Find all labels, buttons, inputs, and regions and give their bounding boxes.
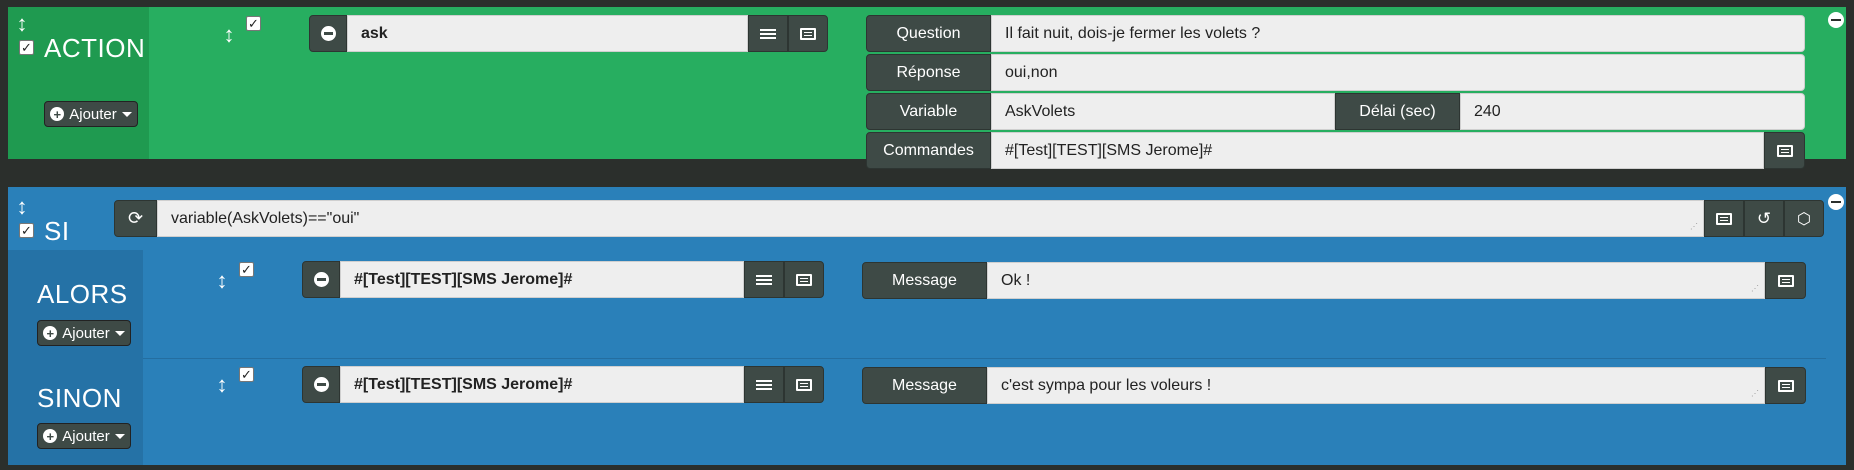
sinon-item-remove-button[interactable] xyxy=(302,366,340,403)
minus-circle-icon xyxy=(313,272,329,287)
action-item-remove-button[interactable] xyxy=(309,15,347,52)
alors-command-input[interactable]: #[Test][TEST][SMS Jerome]# xyxy=(340,261,744,298)
si-remove-icon[interactable] xyxy=(1828,194,1844,210)
list-icon xyxy=(796,378,812,391)
list-icon xyxy=(796,273,812,286)
list-icon xyxy=(1777,274,1794,287)
si-condition-input[interactable]: variable(AskVolets)=="oui" xyxy=(157,200,1704,237)
si-enable-checkbox[interactable]: ✓ xyxy=(19,223,34,238)
sinon-command-input[interactable]: #[Test][TEST][SMS Jerome]# xyxy=(340,366,744,403)
si-select-button[interactable] xyxy=(1704,200,1744,237)
si-history-button[interactable]: ↺ xyxy=(1744,200,1784,237)
si-title: SI xyxy=(44,216,70,246)
resize-grip-icon[interactable]: ⋰ xyxy=(1690,223,1700,234)
alors-message-select-button[interactable] xyxy=(1765,262,1806,299)
action-title: ACTION xyxy=(44,33,146,63)
alors-item-move-icon[interactable]: ↕ xyxy=(215,268,229,294)
caret-down-icon xyxy=(121,111,132,117)
alors-message-label: Message xyxy=(862,262,987,299)
plus-circle-icon: + xyxy=(43,429,58,443)
ajouter-label: Ajouter xyxy=(62,427,110,445)
sliders-icon xyxy=(756,379,772,391)
refresh-icon: ⟳ xyxy=(127,208,144,228)
sliders-icon xyxy=(756,274,772,286)
alors-title: ALORS xyxy=(37,279,128,309)
si-move-icon[interactable]: ↕ xyxy=(15,194,29,220)
list-icon xyxy=(1776,144,1793,157)
list-icon xyxy=(1716,212,1732,225)
si-cube-button[interactable]: ⬡ xyxy=(1784,200,1824,237)
action-command-input[interactable]: ask xyxy=(347,15,748,52)
sinon-divider xyxy=(143,358,1826,359)
cube-icon: ⬡ xyxy=(1797,210,1811,228)
alors-ajouter-button[interactable]: + Ajouter xyxy=(37,320,131,346)
list-icon xyxy=(800,27,816,40)
plus-circle-icon: + xyxy=(43,326,58,340)
alors-item-remove-button[interactable] xyxy=(302,261,340,298)
commandes-label: Commandes xyxy=(866,132,991,169)
caret-down-icon xyxy=(114,330,125,336)
sinon-message-label: Message xyxy=(862,367,987,404)
history-icon: ↺ xyxy=(1756,208,1772,228)
sinon-item-move-icon[interactable]: ↕ xyxy=(215,372,229,398)
sinon-select-action-button[interactable] xyxy=(784,366,824,403)
ajouter-label: Ajouter xyxy=(62,324,110,342)
variable-input[interactable]: AskVolets xyxy=(991,93,1335,130)
plus-circle-icon: + xyxy=(50,107,65,121)
minus-circle-icon xyxy=(313,377,329,392)
action-move-icon[interactable]: ↕ xyxy=(15,11,29,37)
resize-grip-icon[interactable]: ⋰ xyxy=(1751,390,1761,401)
ajouter-label: Ajouter xyxy=(69,105,117,123)
question-input[interactable]: Il fait nuit, dois-je fermer les volets … xyxy=(991,15,1805,52)
commandes-select-button[interactable] xyxy=(1764,132,1805,169)
question-label: Question xyxy=(866,15,991,52)
sinon-item-checkbox[interactable]: ✓ xyxy=(239,367,254,382)
delai-label: Délai (sec) xyxy=(1335,93,1460,130)
si-refresh-button[interactable]: ⟳ xyxy=(114,200,157,237)
delai-input[interactable]: 240 xyxy=(1460,93,1805,130)
variable-label: Variable xyxy=(866,93,991,130)
sinon-select-command-button[interactable] xyxy=(744,366,784,403)
minus-circle-icon xyxy=(320,26,336,41)
alors-message-input[interactable]: Ok ! xyxy=(987,262,1765,299)
reponse-label: Réponse xyxy=(866,54,991,91)
sinon-message-select-button[interactable] xyxy=(1765,367,1806,404)
action-item-move-icon[interactable]: ↕ xyxy=(222,22,236,48)
sinon-ajouter-button[interactable]: + Ajouter xyxy=(37,423,131,449)
action-item-checkbox[interactable]: ✓ xyxy=(246,16,261,31)
alors-select-command-button[interactable] xyxy=(744,261,784,298)
action-remove-icon[interactable] xyxy=(1828,12,1844,28)
action-enable-checkbox[interactable]: ✓ xyxy=(19,40,34,55)
commandes-input[interactable]: #[Test][TEST][SMS Jerome]# xyxy=(991,132,1764,169)
sinon-message-input[interactable]: c'est sympa pour les voleurs ! xyxy=(987,367,1765,404)
action-select-command-button[interactable] xyxy=(748,15,788,52)
sinon-title: SINON xyxy=(37,383,122,413)
alors-select-action-button[interactable] xyxy=(784,261,824,298)
sliders-icon xyxy=(760,28,776,40)
list-icon xyxy=(1777,379,1794,392)
reponse-input[interactable]: oui,non xyxy=(991,54,1805,91)
resize-grip-icon[interactable]: ⋰ xyxy=(1751,285,1761,296)
caret-down-icon xyxy=(114,433,125,439)
action-left-panel xyxy=(8,7,149,159)
action-select-action-button[interactable] xyxy=(788,15,828,52)
action-ajouter-button[interactable]: + Ajouter xyxy=(44,101,138,127)
alors-item-checkbox[interactable]: ✓ xyxy=(239,262,254,277)
